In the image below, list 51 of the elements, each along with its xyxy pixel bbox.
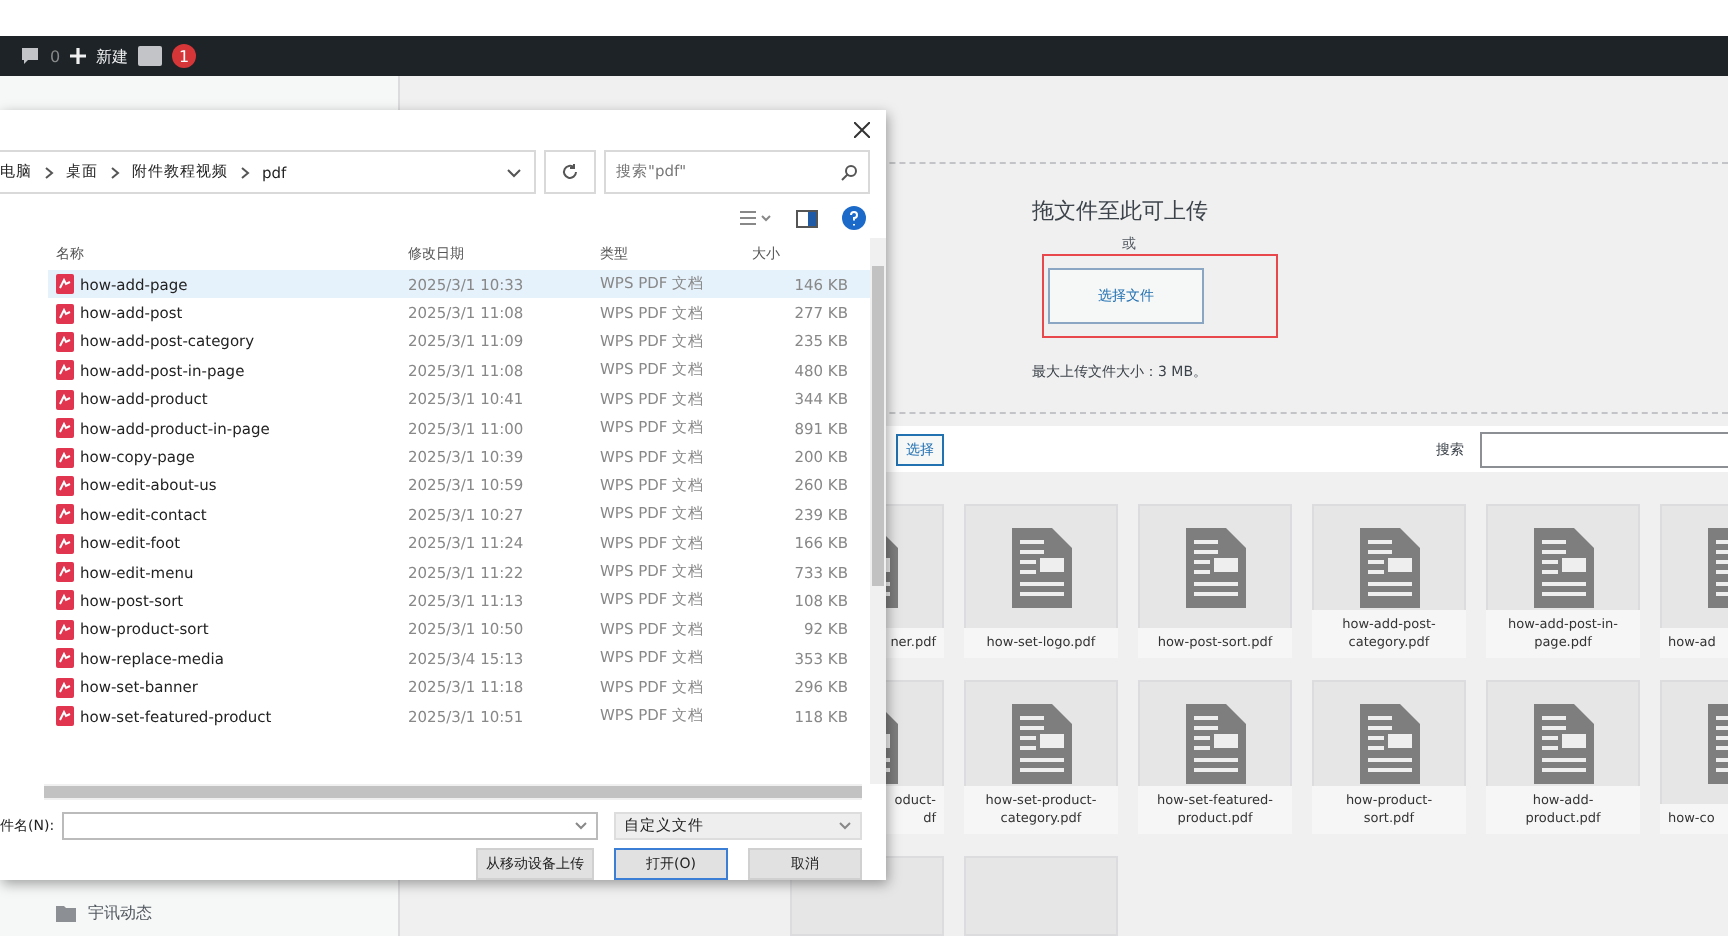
close-icon bbox=[854, 122, 870, 138]
pdf-file-icon bbox=[56, 303, 74, 324]
pdf-file-icon bbox=[56, 706, 74, 727]
document-icon bbox=[1185, 528, 1245, 608]
upload-heading: 拖文件至此可上传 bbox=[1032, 195, 1208, 226]
filename-field[interactable] bbox=[62, 812, 598, 840]
pdf-file-icon bbox=[56, 648, 74, 669]
pdf-file-icon bbox=[56, 590, 74, 611]
document-icon bbox=[1011, 528, 1071, 608]
refresh-button[interactable] bbox=[544, 150, 596, 194]
sidebar-item[interactable]: 宇讯动态 bbox=[0, 898, 398, 928]
search-field[interactable] bbox=[1480, 431, 1728, 468]
pdf-file-icon bbox=[56, 389, 74, 410]
chevron-icon bbox=[110, 165, 120, 179]
plugin-icon[interactable] bbox=[138, 46, 163, 66]
pdf-file-icon bbox=[56, 331, 74, 352]
document-icon bbox=[1533, 528, 1593, 608]
pdf-file-icon bbox=[56, 475, 74, 496]
document-icon bbox=[1011, 704, 1071, 784]
pdf-file-icon bbox=[56, 619, 74, 640]
help-icon[interactable] bbox=[842, 206, 866, 230]
plus-icon[interactable] bbox=[70, 48, 87, 64]
comment-icon[interactable] bbox=[20, 46, 40, 66]
chevron-icon bbox=[240, 165, 250, 179]
pdf-file-icon bbox=[56, 562, 74, 583]
notification-badge: 1 bbox=[172, 44, 197, 68]
comment-count: 0 bbox=[50, 47, 61, 65]
pdf-file-icon bbox=[56, 533, 74, 554]
preview-pane-icon[interactable] bbox=[796, 209, 818, 227]
document-icon bbox=[1359, 704, 1419, 784]
folder-icon bbox=[56, 905, 76, 921]
pdf-file-icon bbox=[56, 447, 74, 468]
pdf-file-icon bbox=[56, 360, 74, 381]
vertical-scrollbar[interactable] bbox=[870, 238, 886, 784]
refresh-icon bbox=[560, 162, 580, 182]
pdf-file-icon bbox=[56, 418, 74, 439]
view-options-icon[interactable] bbox=[740, 210, 772, 226]
pdf-file-icon bbox=[56, 677, 74, 698]
horizontal-scrollbar[interactable] bbox=[44, 784, 862, 800]
search-icon bbox=[840, 163, 858, 181]
chevron-icon bbox=[44, 165, 54, 179]
document-icon bbox=[1185, 704, 1245, 784]
pdf-file-icon bbox=[56, 274, 74, 295]
close-button[interactable] bbox=[850, 118, 874, 142]
dropdown-caret-icon bbox=[838, 822, 852, 830]
dropdown-caret-icon[interactable] bbox=[506, 167, 522, 177]
document-icon bbox=[1533, 704, 1593, 784]
document-icon bbox=[1359, 528, 1419, 608]
dropdown-caret-icon bbox=[574, 822, 588, 830]
new-link[interactable]: 新建 bbox=[96, 45, 129, 67]
pdf-file-icon bbox=[56, 504, 74, 525]
